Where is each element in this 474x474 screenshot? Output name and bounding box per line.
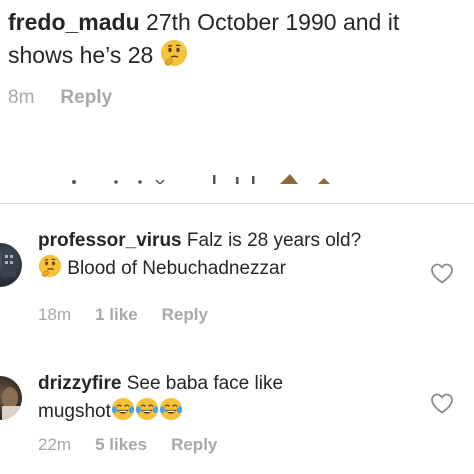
tears-of-joy-emoji-icon — [111, 397, 135, 421]
parent-comment-username[interactable]: fredo_madu — [8, 9, 140, 35]
comment-reply-button[interactable]: Reply — [162, 305, 208, 324]
comment-likes-link[interactable]: 1 like — [95, 305, 138, 324]
comment-body-line2: Blood of Nebuchadnezzar — [62, 258, 286, 279]
section-divider — [0, 203, 474, 204]
clipped-text-fragment — [72, 174, 330, 184]
parent-reply-button[interactable]: Reply — [60, 87, 112, 108]
comment-meta: 22m 5 likes Reply — [38, 435, 241, 455]
avatar[interactable] — [0, 376, 22, 420]
comment-body-line1: Falz is 28 years old? — [181, 230, 362, 251]
heart-outline-icon[interactable] — [430, 392, 454, 414]
clipped-comment-row — [0, 170, 474, 184]
comment-reply-button[interactable]: Reply — [171, 435, 217, 454]
tears-of-joy-emoji-icon — [135, 397, 159, 421]
comment-meta: 18m 1 like Reply — [38, 305, 232, 325]
thinking-face-emoji-icon — [160, 40, 187, 66]
comment-username[interactable]: drizzyfire — [38, 373, 121, 394]
thinking-face-emoji-icon — [38, 254, 62, 278]
avatar-image — [2, 387, 20, 420]
parent-comment: fredo_madu 27th October 1990 and it show… — [0, 0, 474, 205]
comment-likes-link[interactable]: 5 likes — [95, 435, 147, 454]
comment-body-line2: mugshot — [38, 401, 111, 422]
comment-body-line1: See baba face like — [121, 373, 284, 394]
comment-text: professor_virus Falz is 28 years old? Bl… — [38, 227, 408, 282]
parent-comment-meta: 8m Reply — [8, 87, 112, 109]
tears-of-joy-emoji-icon — [159, 397, 183, 421]
comment-time: 22m — [38, 435, 72, 454]
avatar[interactable] — [0, 243, 22, 287]
heart-outline-icon[interactable] — [430, 262, 454, 284]
comment-time: 18m — [38, 305, 72, 324]
comment-text: drizzyfire See baba face like mugshot — [38, 370, 408, 425]
parent-comment-time: 8m — [8, 87, 35, 108]
avatar-image — [2, 251, 16, 277]
parent-comment-text: fredo_madu 27th October 1990 and it show… — [8, 6, 468, 72]
comment-username[interactable]: professor_virus — [38, 230, 182, 251]
